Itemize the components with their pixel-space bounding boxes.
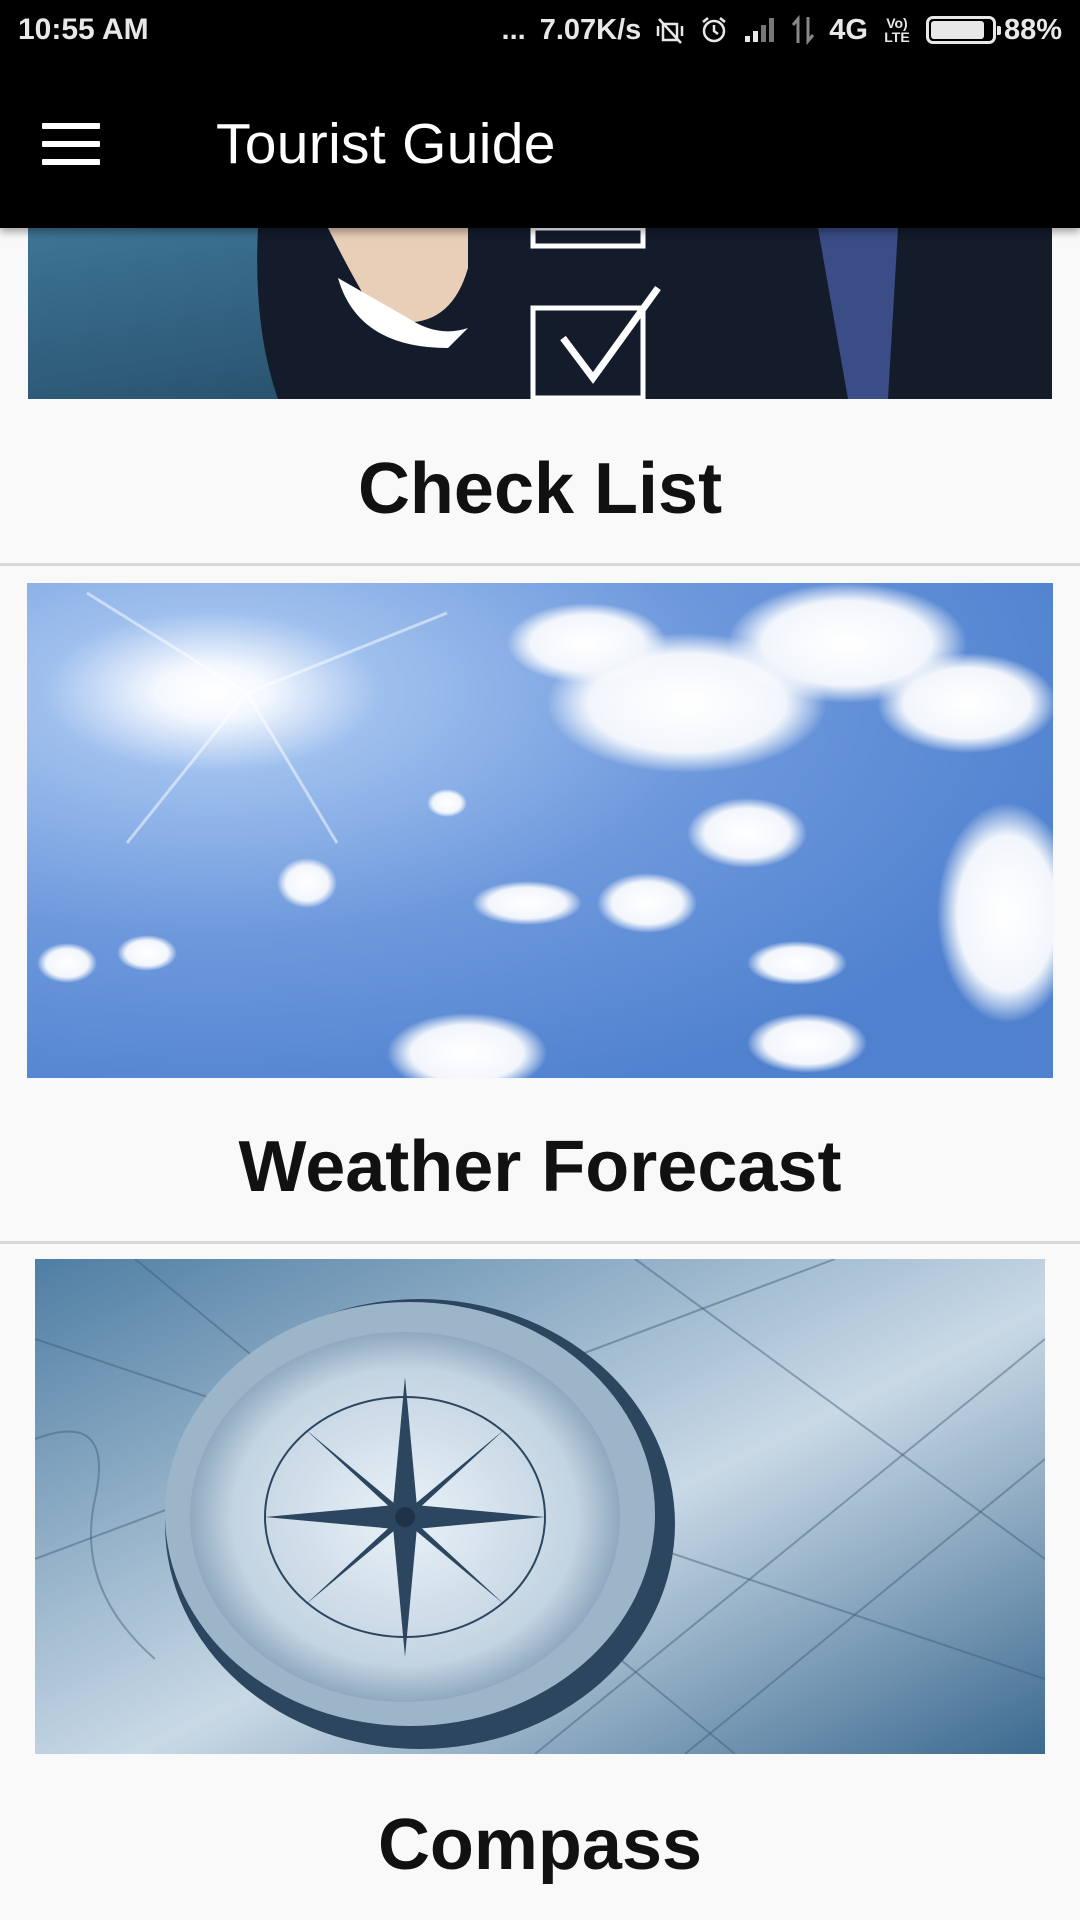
status-time: 10:55 AM: [18, 13, 149, 46]
status-icons: ... 7.07K/s 4G Vo) LTE 88%: [502, 14, 1062, 47]
battery-icon: [925, 16, 1001, 44]
battery-indicator: 88%: [925, 13, 1062, 47]
menu-button[interactable]: [0, 60, 170, 228]
compass-image: [35, 1259, 1045, 1754]
hamburger-menu-icon: [42, 123, 100, 165]
network-type: 4G: [829, 13, 868, 46]
item-label: Weather Forecast: [238, 1127, 842, 1207]
list-item-compass[interactable]: Compass: [0, 1242, 1080, 1920]
app-title: Tourist Guide: [216, 112, 556, 176]
notification-dots: ...: [501, 13, 526, 46]
weather-image: [27, 583, 1053, 1078]
checklist-image: [28, 228, 1052, 399]
battery-percent: 88%: [1003, 13, 1062, 46]
vibrate-off-icon: [655, 15, 685, 45]
network-speed: 7.07K/s: [539, 13, 642, 46]
status-bar: 10:55 AM ... 7.07K/s 4G Vo) LTE 88%: [0, 0, 1080, 60]
signal-icon: [743, 16, 777, 44]
list-item-weather-forecast[interactable]: Weather Forecast: [0, 566, 1080, 1244]
data-arrows-icon: [791, 15, 815, 45]
volte-icon: Vo) LTE: [884, 15, 910, 45]
item-label: Compass: [377, 1805, 703, 1885]
alarm-icon: [699, 15, 729, 45]
list-item-check-list[interactable]: Check List: [0, 228, 1080, 566]
app-bar: Tourist Guide: [0, 60, 1080, 228]
item-label: Check List: [357, 449, 723, 529]
